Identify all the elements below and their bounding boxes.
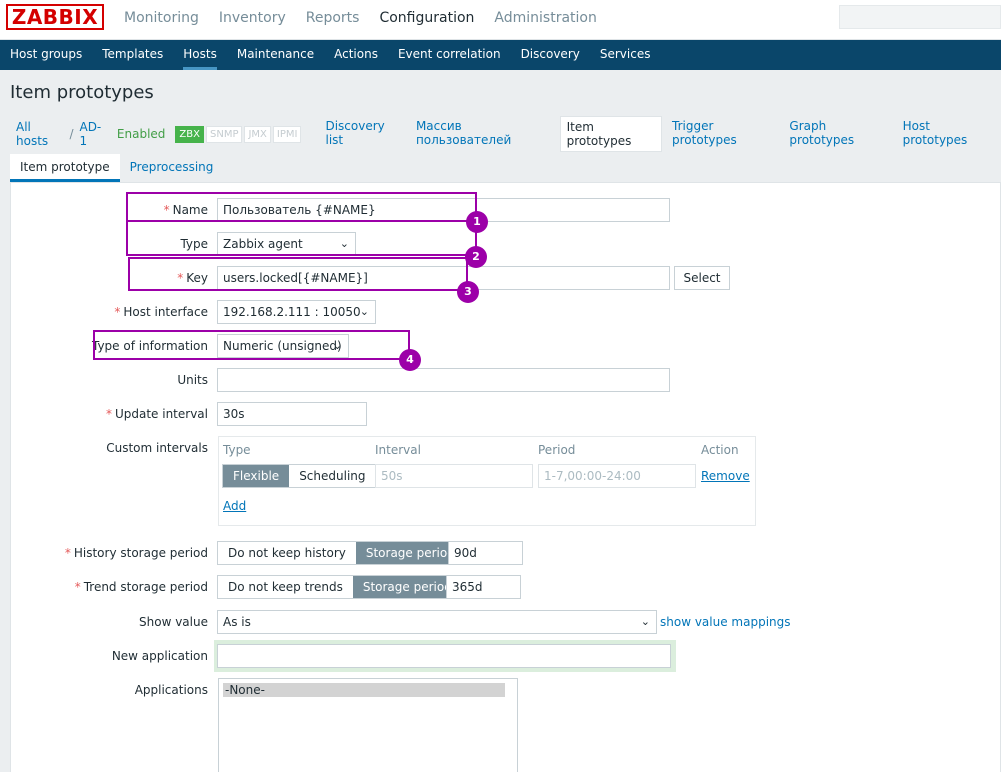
history-storage-field[interactable]: 90d: [448, 541, 523, 565]
breadcrumb-all-hosts[interactable]: All hosts: [16, 120, 63, 148]
tab-item-prototype[interactable]: Item prototype: [10, 154, 120, 182]
annotation-box-name: [126, 192, 477, 222]
units-label: Units: [177, 373, 208, 387]
annotation-box-type: [126, 222, 477, 256]
host-interface-label: * Host interface: [114, 305, 208, 319]
zabbix-logo[interactable]: ZABBIX: [6, 4, 104, 30]
host-tabs: Discovery list Массив пользователей Item…: [319, 116, 1001, 152]
annotation-marker-3: 3: [457, 281, 479, 303]
availability-snmp-badge: SNMP: [205, 125, 243, 143]
ci-header-interval: Interval: [375, 443, 421, 457]
trend-storage-toggle: Do not keep trends Storage period: [217, 575, 463, 599]
form-tabs: Item prototype Preprocessing: [10, 154, 223, 182]
tab-preprocessing[interactable]: Preprocessing: [120, 154, 224, 182]
history-do-not-keep-option[interactable]: Do not keep history: [218, 542, 356, 564]
top-menu-inventory[interactable]: Inventory: [209, 0, 296, 36]
history-storage-toggle: Do not keep history Storage period: [217, 541, 466, 565]
availability-ipmi-badge: IPMI: [272, 125, 302, 143]
tab-discovery-list[interactable]: Discovery list: [319, 116, 405, 152]
tab-graph-prototypes[interactable]: Graph prototypes: [783, 116, 892, 152]
history-storage-label: * History storage period: [64, 546, 208, 560]
top-menu-monitoring[interactable]: Monitoring: [114, 0, 209, 36]
sub-menu-host-groups[interactable]: Host groups: [0, 40, 92, 70]
sub-menu-actions[interactable]: Actions: [324, 40, 388, 70]
sub-menu-templates[interactable]: Templates: [92, 40, 173, 70]
units-field[interactable]: [217, 368, 670, 392]
chevron-down-icon: ⌄: [640, 615, 650, 628]
show-value-mappings-link[interactable]: show value mappings: [660, 615, 791, 629]
update-interval-label: * Update interval: [105, 407, 208, 421]
custom-intervals-label: Custom intervals: [106, 441, 208, 455]
tab-discovery-rule[interactable]: Массив пользователей: [410, 116, 556, 152]
tab-item-prototypes[interactable]: Item prototypes: [559, 116, 663, 152]
update-interval-field[interactable]: 30s: [217, 402, 367, 426]
status-badge[interactable]: Enabled: [117, 127, 166, 141]
top-menu-configuration[interactable]: Configuration: [369, 0, 484, 36]
ci-header-type: Type: [223, 443, 251, 457]
sub-menu: Host groups Templates Hosts Maintenance …: [0, 40, 1001, 70]
new-application-field[interactable]: [217, 644, 671, 668]
page-title: Item prototypes: [10, 82, 154, 103]
sub-menu-maintenance[interactable]: Maintenance: [227, 40, 324, 70]
applications-listbox[interactable]: -None-: [218, 678, 518, 772]
breadcrumb-host[interactable]: AD-1: [79, 120, 106, 148]
tab-host-prototypes[interactable]: Host prototypes: [897, 116, 997, 152]
breadcrumb-separator: /: [69, 127, 74, 141]
top-bar: ZABBIX Monitoring Inventory Reports Conf…: [0, 0, 1001, 40]
annotation-marker-2: 2: [465, 246, 487, 268]
ci-period-input[interactable]: 1-7,00:00-24:00: [538, 464, 696, 488]
ci-header-period: Period: [538, 443, 576, 457]
applications-label: Applications: [134, 683, 208, 697]
annotation-marker-4: 4: [399, 349, 421, 371]
show-value-label: Show value: [139, 615, 208, 629]
ci-header-action: Action: [701, 443, 739, 457]
availability-zbx-badge: ZBX: [175, 125, 204, 143]
ci-remove-link[interactable]: Remove: [701, 469, 750, 483]
breadcrumb: All hosts / AD-1 Enabled ZBX SNMP JMX IP…: [0, 116, 1001, 152]
trend-storage-field[interactable]: 365d: [446, 575, 521, 599]
chevron-down-icon: ⌄: [359, 305, 369, 318]
new-application-wrapper: [214, 640, 676, 672]
list-item[interactable]: -None-: [223, 683, 505, 697]
search-input[interactable]: [839, 5, 1001, 29]
tab-trigger-prototypes[interactable]: Trigger prototypes: [666, 116, 779, 152]
ci-add-link[interactable]: Add: [223, 499, 246, 513]
annotation-marker-1: 1: [466, 211, 488, 233]
sub-menu-event-correlation[interactable]: Event correlation: [388, 40, 511, 70]
annotation-box-type-of-information: [93, 330, 410, 360]
select-key-button[interactable]: Select: [674, 266, 730, 290]
ci-interval-input[interactable]: 50s: [375, 464, 533, 488]
top-menu-administration[interactable]: Administration: [484, 0, 606, 36]
sub-menu-hosts[interactable]: Hosts: [173, 40, 227, 70]
top-menu-reports[interactable]: Reports: [296, 0, 370, 36]
show-value-select[interactable]: As is ⌄: [217, 610, 657, 634]
ci-type-toggle: Flexible Scheduling: [222, 464, 377, 488]
trend-do-not-keep-option[interactable]: Do not keep trends: [218, 576, 353, 598]
trend-storage-label: * Trend storage period: [74, 580, 208, 594]
annotation-box-key: [128, 257, 468, 291]
availability-jmx-badge: JMX: [244, 125, 271, 143]
host-interface-select[interactable]: 192.168.2.111 : 10050 ⌄: [217, 300, 376, 324]
ci-flexible-option[interactable]: Flexible: [223, 465, 290, 487]
sub-menu-services[interactable]: Services: [590, 40, 661, 70]
sub-menu-discovery[interactable]: Discovery: [511, 40, 590, 70]
ci-scheduling-option[interactable]: Scheduling: [289, 465, 376, 487]
new-application-label: New application: [111, 649, 208, 663]
top-menu: Monitoring Inventory Reports Configurati…: [114, 0, 607, 36]
